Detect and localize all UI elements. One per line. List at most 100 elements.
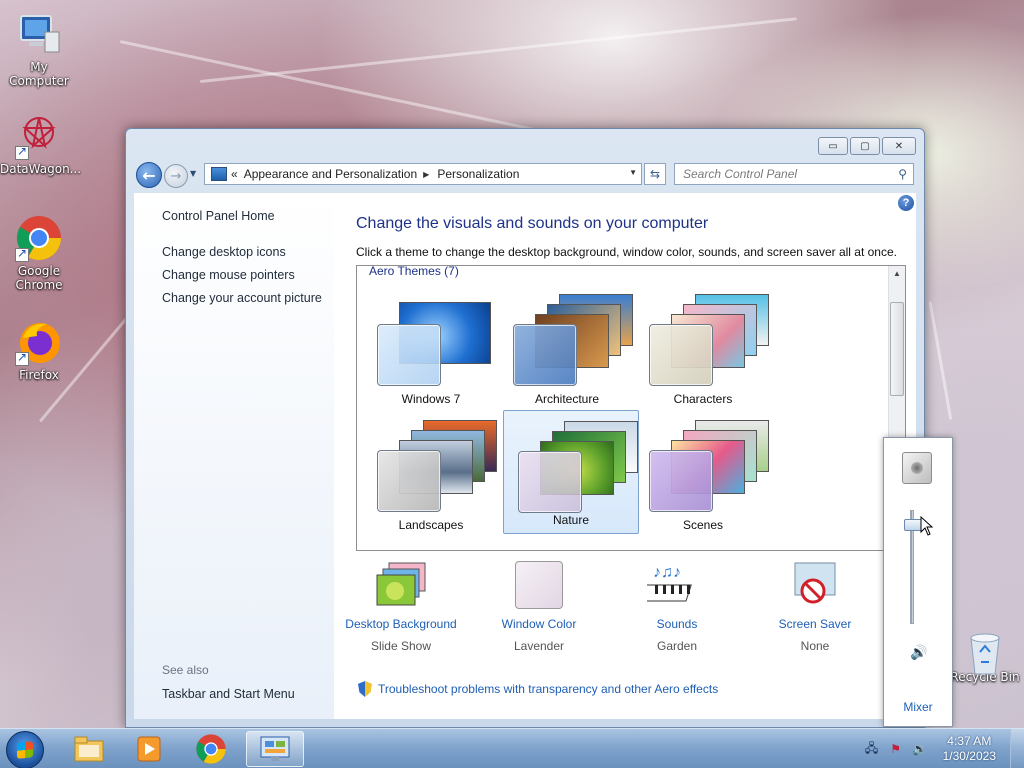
show-desktop-button[interactable] (1010, 729, 1024, 768)
recent-pages-dropdown[interactable]: ▼ (190, 169, 196, 178)
theme-architecture[interactable]: Architecture (499, 288, 635, 412)
change-mouse-pointers-link[interactable]: Change mouse pointers (162, 268, 295, 282)
control-panel-home-link[interactable]: Control Panel Home (162, 209, 275, 223)
address-bar[interactable]: « Appearance and Personalization ▶ Perso… (204, 163, 642, 185)
breadcrumb-appearance[interactable]: Appearance and Personalization (244, 167, 417, 181)
theme-preview (377, 420, 497, 512)
taskbar-start-menu-link[interactable]: Taskbar and Start Menu (162, 687, 295, 701)
address-dropdown-icon[interactable]: ▼ (629, 168, 637, 177)
sounds-option[interactable]: ♪♫♪ Sounds Garden (610, 561, 744, 653)
option-title[interactable]: Sounds (610, 617, 744, 631)
theme-list: Aero Themes (7) Windows 7 Architecture C… (356, 265, 906, 551)
desktop-icon-my-computer[interactable]: My Computer (0, 10, 78, 88)
screen-saver-option[interactable]: Screen Saver None (748, 561, 882, 653)
search-icon[interactable]: ⚲ (898, 167, 907, 181)
shield-icon (358, 681, 372, 697)
desktop-icon-label: Google Chrome (15, 264, 63, 292)
search-input[interactable]: Search Control Panel ⚲ (674, 163, 914, 185)
clock-date: 1/30/2023 (942, 749, 996, 763)
desktop-icon-label: My Computer (9, 60, 69, 88)
change-account-picture-link[interactable]: Change your account picture (162, 291, 322, 305)
close-button[interactable]: ✕ (882, 137, 916, 155)
breadcrumb-overflow[interactable]: « (231, 167, 238, 181)
taskbar-media-player[interactable] (120, 731, 178, 767)
theme-preview (518, 417, 638, 513)
breadcrumb-personalization[interactable]: Personalization (437, 167, 519, 181)
option-value: None (800, 639, 830, 653)
address-row: ← → ▼ « Appearance and Personalization ▶… (134, 161, 916, 189)
theme-name: Landscapes (398, 518, 464, 532)
maximize-button[interactable]: ▢ (850, 137, 880, 155)
troubleshoot-link[interactable]: Troubleshoot problems with transparency … (358, 681, 718, 697)
mute-speaker-icon[interactable]: 🔊 (910, 644, 927, 661)
option-title[interactable]: Window Color (472, 617, 606, 631)
theme-characters[interactable]: Characters (635, 288, 771, 412)
desktop-icon-datawagon[interactable]: DataWagon... (0, 112, 82, 176)
window-controls: ▭ ▢ ✕ (818, 137, 916, 155)
theme-preview (377, 294, 491, 386)
desktop-icon-label: DataWagon... (0, 162, 82, 176)
speaker-device-icon[interactable] (902, 452, 932, 484)
control-panel-window: ▭ ▢ ✕ ← → ▼ « Appearance and Personaliza… (125, 128, 925, 728)
back-arrow-icon: ← (142, 165, 156, 185)
wallpaper-streak (928, 301, 953, 420)
option-value: Lavender (513, 639, 565, 653)
folder-icon (74, 736, 104, 762)
svg-text:♪♫♪: ♪♫♪ (653, 564, 681, 581)
left-pane: Control Panel Home Change desktop icons … (134, 193, 334, 719)
theme-preview (513, 294, 633, 386)
breadcrumb-separator[interactable]: ▶ (423, 170, 429, 179)
theme-windows-7[interactable]: Windows 7 (363, 288, 499, 412)
desktop-background-option[interactable]: Desktop Background Slide Show (334, 561, 468, 653)
taskbar-chrome[interactable] (182, 731, 240, 767)
chrome-icon (15, 214, 63, 262)
main-content: ? Change the visuals and sounds on your … (334, 193, 916, 719)
option-title[interactable]: Desktop Background (334, 617, 468, 631)
screen-saver-icon (785, 561, 845, 611)
theme-preview (649, 420, 769, 512)
scroll-thumb[interactable] (890, 302, 904, 396)
see-also-heading: See also (162, 663, 209, 677)
page-title: Change the visuals and sounds on your co… (356, 215, 709, 232)
theme-group-label: Aero Themes (7) (367, 265, 461, 278)
back-button[interactable]: ← (136, 162, 162, 188)
clock[interactable]: 4:37 AM 1/30/2023 (943, 734, 996, 764)
page-description: Click a theme to change the desktop back… (356, 245, 897, 259)
theme-name: Nature (552, 513, 590, 527)
change-desktop-icons-link[interactable]: Change desktop icons (162, 245, 286, 259)
window-color-option[interactable]: Window Color Lavender (472, 561, 606, 653)
mixer-link[interactable]: Mixer (884, 700, 952, 714)
desktop-icon-recycle-bin[interactable]: Recycle Bin (946, 630, 1024, 684)
theme-landscapes[interactable]: Landscapes (363, 414, 499, 538)
control-panel-icon (211, 167, 227, 181)
desktop-icon-firefox[interactable]: Firefox (0, 318, 78, 382)
chrome-icon (196, 734, 226, 764)
help-icon[interactable]: ? (898, 195, 914, 211)
media-player-icon (137, 736, 161, 762)
system-tray: 🖧 ⚑ 🔉 4:37 AM 1/30/2023 (863, 729, 1024, 768)
search-placeholder: Search Control Panel (683, 167, 798, 181)
network-icon[interactable]: 🖧 (863, 741, 881, 757)
theme-nature[interactable]: Nature (503, 410, 639, 534)
firefox-icon (15, 318, 63, 366)
wallpaper-streak (199, 17, 797, 83)
scroll-up-arrow-icon[interactable]: ▲ (889, 266, 905, 282)
option-value: Garden (656, 639, 698, 653)
sounds-icon: ♪♫♪ (639, 561, 707, 611)
minimize-button[interactable]: ▭ (818, 137, 848, 155)
refresh-icon: ⇆ (649, 167, 661, 181)
volume-icon[interactable]: 🔉 (911, 741, 929, 757)
window-color-icon (509, 561, 569, 611)
option-title[interactable]: Screen Saver (748, 617, 882, 631)
action-center-icon[interactable]: ⚑ (887, 741, 905, 757)
computer-icon (15, 10, 63, 58)
forward-button[interactable]: → (164, 164, 188, 188)
refresh-button[interactable]: ⇆ (644, 163, 666, 185)
desktop-icon-label: Firefox (19, 368, 59, 382)
taskbar-explorer[interactable] (60, 731, 118, 767)
start-button[interactable] (6, 731, 44, 768)
desktop-icon-chrome[interactable]: Google Chrome (0, 214, 78, 292)
taskbar-control-panel[interactable] (246, 731, 304, 767)
theme-scenes[interactable]: Scenes (635, 414, 771, 538)
troubleshoot-label: Troubleshoot problems with transparency … (378, 682, 719, 696)
